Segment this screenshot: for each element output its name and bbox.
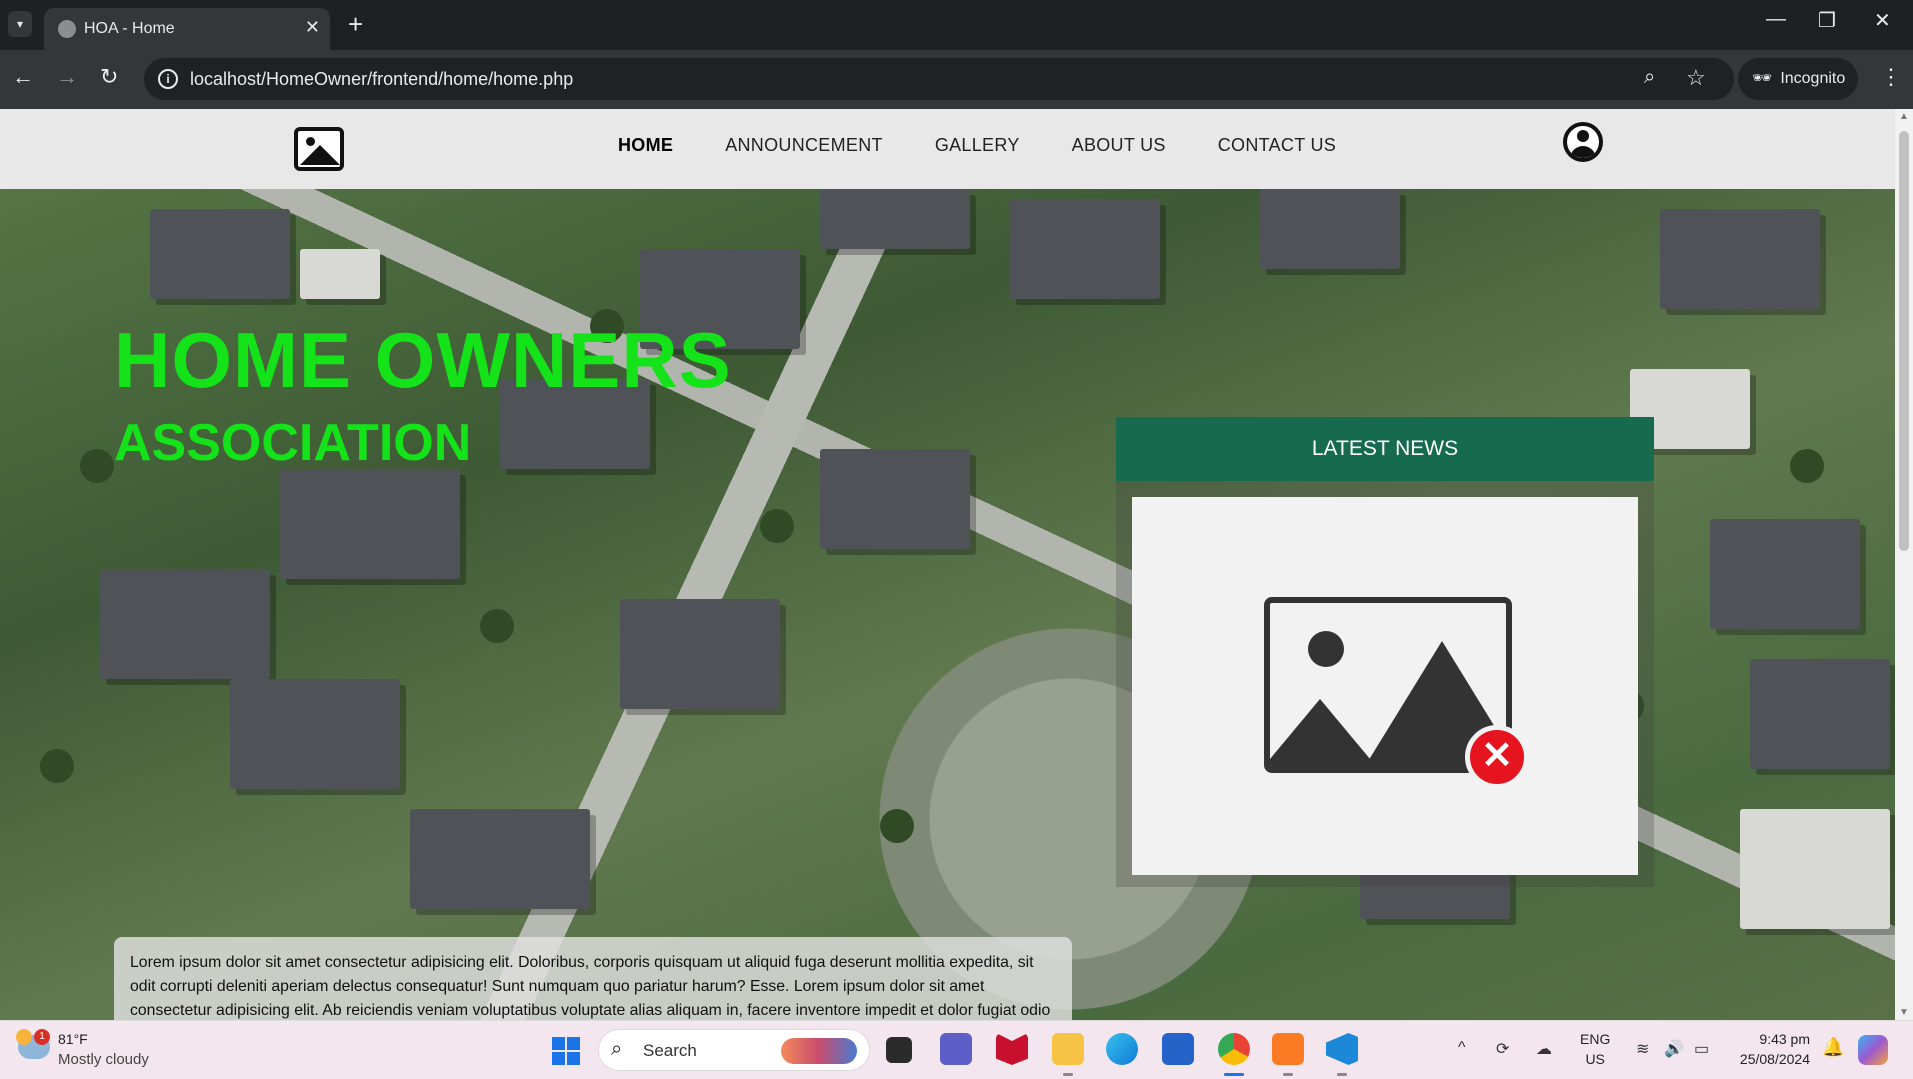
vscode-icon[interactable] [1326, 1033, 1358, 1065]
clock[interactable]: 9:43 pm 25/08/2024 [1732, 1029, 1810, 1069]
tab-close-icon[interactable]: ✕ [305, 17, 320, 38]
page-scrollbar[interactable]: ▲ ▼ [1895, 109, 1913, 1020]
tab-favicon-icon [58, 20, 76, 38]
browser-tab[interactable]: HOA - Home ✕ [44, 8, 330, 50]
sync-icon[interactable]: ⟳ [1496, 1039, 1509, 1059]
news-image-slot[interactable]: ✕ [1132, 497, 1638, 875]
weather-temp[interactable]: 81°F [58, 1031, 88, 1047]
volume-icon[interactable]: 🔊 [1664, 1039, 1684, 1059]
file-explorer-running-indicator [1063, 1073, 1073, 1076]
user-account-icon[interactable] [1563, 122, 1603, 162]
close-window-button[interactable]: ✕ [1874, 8, 1891, 33]
weather-condition[interactable]: Mostly cloudy [58, 1051, 149, 1068]
incognito-icon: 🕶 [1752, 70, 1773, 87]
incognito-badge[interactable]: 🕶 Incognito [1738, 58, 1858, 100]
file-manager-icon[interactable] [886, 1037, 912, 1063]
search-label: Search [643, 1041, 697, 1060]
latest-news-heading: LATEST NEWS [1116, 417, 1654, 481]
site-logo-icon[interactable] [294, 127, 344, 171]
file-explorer-icon[interactable] [1052, 1033, 1084, 1065]
store-icon[interactable] [1162, 1033, 1194, 1065]
mcafee-icon[interactable] [996, 1033, 1028, 1065]
incognito-label: Incognito [1780, 70, 1846, 87]
nav-announcement[interactable]: ANNOUNCEMENT [725, 135, 883, 156]
site-navbar: HOME ANNOUNCEMENT GALLERY ABOUT US CONTA… [0, 109, 1895, 189]
onedrive-icon[interactable]: ☁ [1536, 1039, 1552, 1059]
region-code: US [1585, 1051, 1605, 1067]
language-code: ENG [1580, 1031, 1611, 1047]
nav-contact-us[interactable]: CONTACT US [1218, 135, 1336, 156]
star-icon[interactable]: ☆ [1686, 65, 1706, 91]
scroll-up-icon[interactable]: ▲ [1899, 111, 1909, 122]
new-tab-button[interactable]: + [348, 9, 363, 40]
intro-text-box: Lorem ipsum dolor sit amet consectetur a… [114, 937, 1072, 1020]
url-text[interactable]: localhost/HomeOwner/frontend/home/home.p… [190, 69, 573, 90]
restore-button[interactable]: ❐ [1818, 8, 1836, 33]
info-icon[interactable]: i [158, 69, 178, 89]
battery-icon[interactable]: ▭ [1694, 1039, 1709, 1059]
tab-search-dropdown-icon[interactable]: ▾ [8, 11, 32, 37]
windows-start-icon[interactable] [552, 1037, 580, 1065]
tab-title: HOA - Home [84, 20, 175, 37]
zoom-icon[interactable]: ⌕ [1644, 66, 1655, 89]
browser-tab-bar: ▾ HOA - Home ✕ + — ❐ ✕ [0, 0, 1913, 50]
taskbar: 1 81°F Mostly cloudy ⌕ Search ^ ⟳ ☁ ENG … [0, 1020, 1913, 1079]
chrome-icon[interactable] [1218, 1033, 1250, 1065]
latest-news-panel: LATEST NEWS ✕ [1116, 417, 1654, 887]
address-bar[interactable]: i localhost/HomeOwner/frontend/home/home… [144, 58, 1734, 100]
edge-icon[interactable] [1106, 1033, 1138, 1065]
page-viewport: HOME ANNOUNCEMENT GALLERY ABOUT US CONTA… [0, 109, 1895, 1020]
kebab-menu-icon[interactable]: ⋮ [1880, 64, 1902, 90]
nav-gallery[interactable]: GALLERY [935, 135, 1020, 156]
teams-icon[interactable] [940, 1033, 972, 1065]
scroll-down-icon[interactable]: ▼ [1899, 1007, 1909, 1018]
browser-toolbar: ← → ↻ i localhost/HomeOwner/frontend/hom… [0, 50, 1913, 109]
clock-time: 9:43 pm [1759, 1031, 1810, 1047]
hero-title-line1: HOME OWNERS [114, 316, 732, 404]
chrome-active-indicator [1224, 1073, 1244, 1076]
forward-button[interactable]: → [56, 64, 78, 90]
xampp-running-indicator [1283, 1073, 1293, 1076]
language-indicator[interactable]: ENG US [1580, 1029, 1610, 1069]
scroll-thumb[interactable] [1899, 131, 1909, 551]
hero-title-line2: ASSOCIATION [114, 414, 472, 472]
search-highlight-icon [781, 1038, 857, 1064]
notification-bell-icon[interactable]: 🔔 [1822, 1037, 1844, 1058]
vscode-running-indicator [1337, 1073, 1347, 1076]
error-x-icon: ✕ [1465, 725, 1529, 789]
nav-home[interactable]: HOME [618, 135, 673, 156]
copilot-icon[interactable] [1858, 1035, 1888, 1065]
nav-about-us[interactable]: ABOUT US [1072, 135, 1166, 156]
main-menu: HOME ANNOUNCEMENT GALLERY ABOUT US CONTA… [618, 135, 1336, 156]
weather-badge: 1 [34, 1029, 50, 1045]
hero-section: HOME OWNERS ASSOCIATION LATEST NEWS ✕ Lo… [0, 189, 1895, 1020]
xampp-icon[interactable] [1272, 1033, 1304, 1065]
clock-date: 25/08/2024 [1739, 1051, 1810, 1067]
back-button[interactable]: ← [12, 64, 34, 90]
search-icon: ⌕ [611, 1038, 623, 1060]
taskbar-search[interactable]: ⌕ Search [598, 1029, 870, 1071]
minimize-button[interactable]: — [1766, 8, 1786, 31]
wifi-icon[interactable]: ≋ [1636, 1039, 1649, 1059]
show-hidden-icons-icon[interactable]: ^ [1458, 1039, 1466, 1057]
reload-button[interactable]: ↻ [100, 64, 118, 90]
